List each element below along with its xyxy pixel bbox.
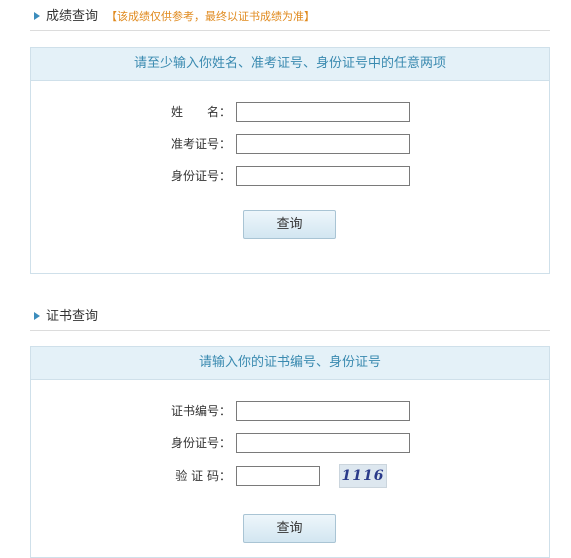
exam-number-label: 准考证号： (170, 137, 231, 151)
cert-number-label: 证书编号： (170, 404, 231, 418)
name-row: 姓 名： (31, 102, 549, 122)
triangle-right-icon (34, 12, 40, 20)
cert-id-number-label: 身份证号： (170, 436, 231, 450)
id-number-label: 身份证号： (170, 169, 231, 183)
captcha-row: 验 证 码： 1116 (31, 464, 549, 488)
name-input[interactable] (236, 102, 410, 122)
score-title-text: 成绩查询 (46, 9, 99, 24)
captcha-label: 验 证 码： (175, 469, 231, 483)
score-query-button[interactable]: 查询 (243, 210, 336, 239)
captcha-input[interactable] (236, 466, 320, 486)
cert-number-input[interactable] (236, 401, 410, 421)
cert-panel-header: 请输入你的证书编号、身份证号 (31, 347, 549, 380)
score-note: 【该成绩仅供参考，最终以证书成绩为准】 (106, 10, 316, 23)
cert-section-title: 证书查询 (30, 306, 550, 331)
cert-title-text: 证书查询 (46, 309, 99, 324)
score-query-panel: 请至少输入你姓名、准考证号、身份证号中的任意两项 姓 名： 准考证号： 身份证号… (30, 47, 550, 274)
id-number-row: 身份证号： (31, 166, 549, 186)
cert-query-panel: 请输入你的证书编号、身份证号 证书编号： 身份证号： 验 证 码： 1116 查… (30, 346, 550, 558)
exam-number-row: 准考证号： (31, 134, 549, 154)
cert-number-row: 证书编号： (31, 401, 549, 421)
cert-id-number-input[interactable] (236, 433, 410, 453)
score-panel-header: 请至少输入你姓名、准考证号、身份证号中的任意两项 (31, 48, 549, 81)
captcha-image[interactable]: 1116 (339, 464, 387, 488)
id-number-input[interactable] (236, 166, 410, 186)
triangle-right-icon (34, 312, 40, 320)
exam-number-input[interactable] (236, 134, 410, 154)
cert-id-number-row: 身份证号： (31, 433, 549, 453)
name-label: 姓 名： (170, 105, 231, 119)
cert-query-button[interactable]: 查询 (243, 514, 336, 543)
score-section-title: 成绩查询 【该成绩仅供参考，最终以证书成绩为准】 (30, 6, 550, 31)
